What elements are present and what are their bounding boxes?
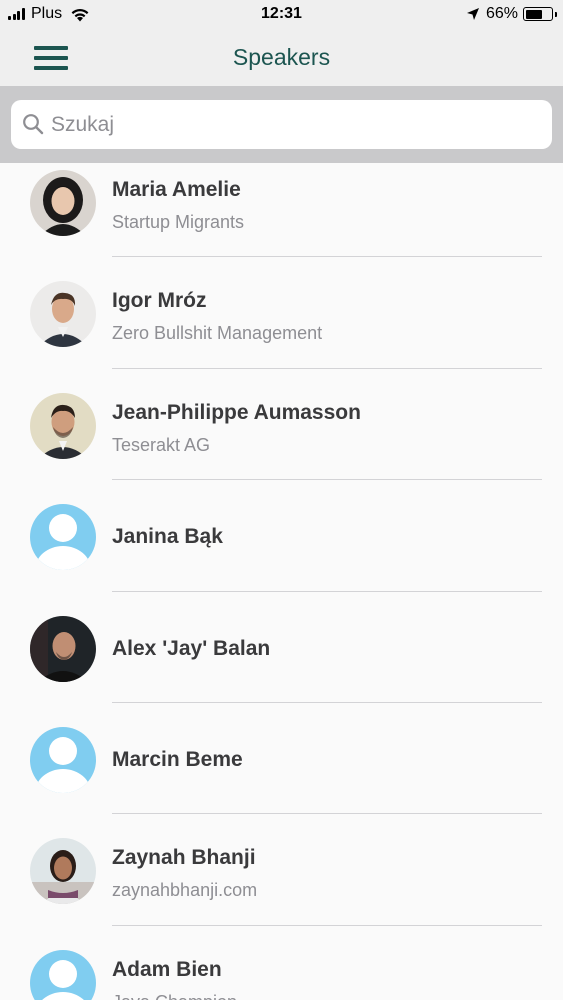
speaker-name: Alex 'Jay' Balan [112,636,271,660]
speaker-name: Maria Amelie [112,178,241,201]
speaker-photo [30,170,96,236]
status-bar: Plus 12:31 66% [0,0,563,32]
speaker-list-item[interactable]: Janina Bąk [0,480,563,592]
speaker-photo [30,838,96,905]
status-bar-right: 66% [466,5,557,23]
location-arrow-icon [466,8,479,20]
default-avatar-icon [30,726,96,793]
speaker-text: Zaynah Bhanji zaynahbhanji.com [112,846,542,901]
speaker-name: Igor Mróz [112,289,207,313]
speaker-text: Adam Bien Java Champion [112,958,542,1000]
search-icon [23,114,44,135]
speaker-photo [30,615,96,682]
speaker-company: zaynahbhanji.com [112,880,258,901]
speaker-text: Igor Mróz Zero Bullshit Management [112,289,542,344]
speaker-text: Janina Bąk [112,525,542,549]
speaker-list-item[interactable]: Jean-Philippe Aumasson Teserakt AG [0,369,563,481]
speaker-list-item[interactable]: Zaynah Bhanji zaynahbhanji.com [0,814,563,926]
speaker-name: Marcin Beme [112,747,243,771]
speaker-company: Zero Bullshit Management [112,323,323,344]
speaker-name: Zaynah Bhanji [112,846,256,870]
speaker-list-item[interactable]: Adam Bien Java Champion [0,926,563,1000]
app-screen: Plus 12:31 66% Speakers Szukaj Maria Ame… [0,0,563,1000]
default-avatar-icon [30,949,96,1000]
speaker-company: Teserakt AG [112,434,211,455]
carrier-name: Plus [31,5,63,22]
battery-fill [525,9,542,19]
speaker-photo [30,281,96,348]
cellular-signal-icon [8,8,26,20]
wifi-icon [71,8,89,22]
search-box[interactable] [11,100,552,149]
hamburger-menu-icon[interactable] [34,46,68,70]
navigation-bar: Speakers [0,32,563,86]
speaker-list-item[interactable]: Marcin Beme [0,703,563,815]
speaker-text: Marcin Beme [112,748,542,772]
speaker-company: Startup Migrants [112,212,245,232]
speaker-photo [30,392,96,459]
battery-percentage: 66% [485,5,518,22]
speaker-list-item[interactable]: Maria Amelie Startup Migrants [0,163,563,258]
search-input[interactable] [51,100,541,149]
speaker-list: Maria Amelie Startup Migrants Igor Mróz Zer… [0,163,563,1000]
battery-icon [523,7,557,21]
speaker-text: Jean-Philippe Aumasson Teserakt AG [112,401,542,456]
default-avatar-icon [30,504,96,571]
speaker-name: Adam Bien [112,957,222,981]
speaker-name: Jean-Philippe Aumasson [112,400,361,424]
speaker-name: Janina Bąk [112,525,223,549]
speaker-text: Alex 'Jay' Balan [112,637,542,661]
speaker-list-item[interactable]: Igor Mróz Zero Bullshit Management [0,257,563,369]
speaker-text: Maria Amelie Startup Migrants [112,178,542,233]
status-bar-left: Plus [8,5,90,23]
search-bar-container [0,86,563,163]
page-title: Speakers [232,44,331,70]
speaker-company: Java Champion [112,992,542,1000]
speaker-list-item[interactable]: Alex 'Jay' Balan [0,592,563,703]
